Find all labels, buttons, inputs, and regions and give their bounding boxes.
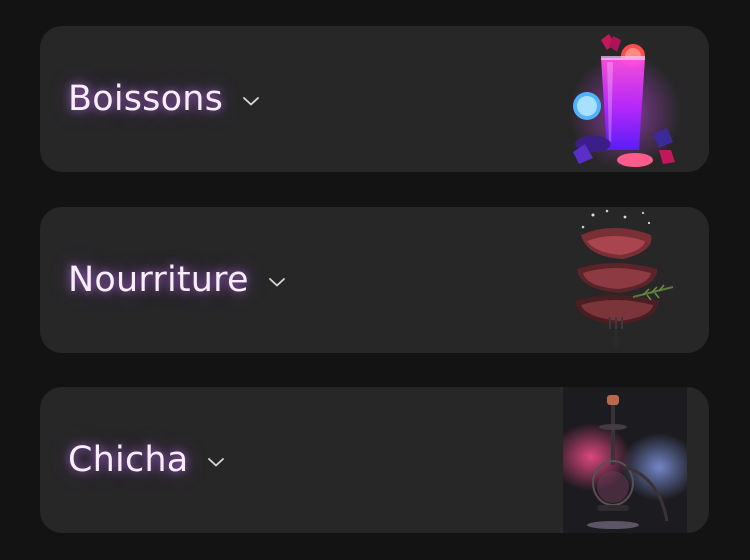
category-title: Nourriture: [68, 260, 249, 300]
cocktail-drink-image: [563, 26, 687, 172]
category-header: Chicha: [68, 387, 226, 533]
hookah-smoke-image: [563, 387, 687, 533]
chevron-down-icon[interactable]: [241, 91, 261, 111]
grilled-steak-image: [563, 207, 687, 353]
category-title: Chicha: [68, 440, 189, 480]
category-header: Nourriture: [68, 207, 287, 353]
category-card-nourriture[interactable]: Nourriture: [40, 207, 709, 353]
category-card-boissons[interactable]: Boissons: [40, 26, 709, 172]
category-header: Boissons: [68, 26, 261, 172]
category-title: Boissons: [68, 79, 224, 119]
category-card-chicha[interactable]: Chicha: [40, 387, 709, 533]
chevron-down-icon[interactable]: [267, 272, 287, 292]
category-list: Boissons Nourriture Chicha: [0, 0, 750, 560]
chevron-down-icon[interactable]: [206, 452, 226, 472]
